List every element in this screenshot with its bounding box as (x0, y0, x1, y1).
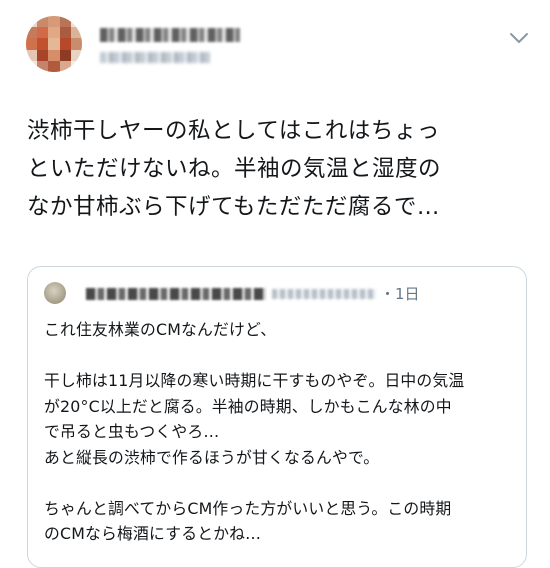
user-handle[interactable] (100, 52, 210, 63)
tweet-text-line: といただけないね。半袖の気温と湿度の (27, 156, 442, 182)
avatar[interactable] (26, 16, 82, 72)
quoted-text-line: 干し柿は11月以降の寒い時期に干すものやぞ。日中の気温 (44, 371, 465, 390)
chevron-down-icon[interactable] (507, 28, 531, 48)
quoted-display-name (86, 288, 266, 300)
display-name[interactable] (100, 28, 240, 42)
quoted-text-line: これ住友林業のCMなんだけど、 (44, 320, 277, 339)
quoted-text-line: が20°C以上だと腐る。半袖の時期、しかもこんな林の中 (44, 396, 452, 416)
quoted-avatar (44, 282, 66, 304)
quoted-text-line: のCMなら梅酒にするとかね… (44, 524, 262, 543)
quoted-text-gap (44, 470, 514, 496)
tweet-text-line: 渋柿干しヤーの私としてはこれはちょっ (27, 118, 440, 144)
quoted-timestamp: ・1日 (380, 285, 420, 303)
quoted-text-line: あと縦長の渋柿で作るほうが甘くなるんやで。 (44, 447, 380, 467)
quoted-text-gap (44, 343, 514, 369)
quoted-text-line: で吊ると虫もつくやろ… (44, 422, 220, 441)
quoted-tweet-text: これ住友林業のCMなんだけど、 干し柿は11月以降の寒い時期に干すものやぞ。日中… (44, 317, 514, 547)
quoted-text-line: ちゃんと調べてからCM作った方がいいと思う。この時期 (44, 498, 452, 518)
quoted-user-handle (272, 289, 376, 299)
quoted-tweet-card[interactable]: ・1日 これ住友林業のCMなんだけど、 干し柿は11月以降の寒い時期に干すものや… (27, 266, 527, 568)
tweet-text-line: なか甘柿ぶら下げてもただただ腐るで… (27, 194, 440, 220)
tweet-text: 渋柿干しヤーの私としてはこれはちょっ といただけないね。半袖の気温と湿度の なか… (27, 112, 532, 226)
